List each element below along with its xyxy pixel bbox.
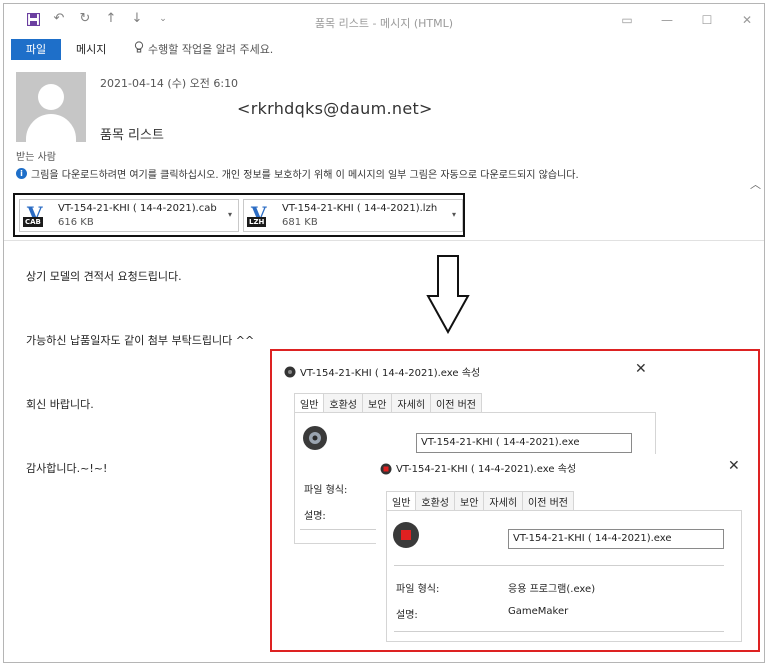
message-window: ↶ ↻ ↑ ↓ ⌄ 품목 리스트 - 메시지 (HTML) ▭ — ☐ ✕ 파일… [3, 3, 765, 663]
properties-dialog-front: VT-154-21-KHI ( 14-4-2021).exe 속성 ✕ 일반 호… [376, 454, 752, 644]
body-line: 회신 바랍니다. [26, 398, 94, 411]
close-icon[interactable]: ✕ [728, 458, 740, 474]
ribbon-display-icon[interactable]: ▭ [620, 13, 634, 27]
tab-general[interactable]: 일반 [386, 491, 417, 511]
tab-previous-versions[interactable]: 이전 버전 [430, 393, 483, 413]
attachment-name: VT-154-21-KHI ( 14-4-2021).cab [58, 203, 217, 214]
body-line: 가능하신 납품일자도 같이 첨부 부탁드립니다 ^^ [26, 334, 255, 347]
sender-avatar [16, 72, 86, 142]
separator [394, 631, 724, 632]
infobar-text: 그림을 다운로드하려면 여기를 클릭하십시오. 개인 정보를 보호하기 위해 이… [31, 170, 579, 181]
archive-file-icon: V LZH [247, 202, 267, 227]
title-bar: ↶ ↻ ↑ ↓ ⌄ 품목 리스트 - 메시지 (HTML) ▭ — ☐ ✕ [4, 4, 764, 36]
app-icon [380, 460, 392, 479]
filename-field[interactable]: VT-154-21-KHI ( 14-4-2021).exe [508, 529, 724, 549]
attachment-dropdown-icon[interactable]: ▾ [228, 210, 232, 219]
description-label: 설명: [396, 610, 418, 621]
window-controls: ▭ — ☐ ✕ [620, 13, 754, 27]
maximize-icon[interactable]: ☐ [700, 13, 714, 27]
body-line: 상기 모델의 견적서 요청드립니다. [26, 270, 182, 283]
description-value: GameMaker [508, 606, 569, 617]
exe-file-icon [302, 425, 328, 455]
file-type-label: 파일 형식: [304, 485, 348, 496]
message-subject: 품목 리스트 [100, 128, 164, 143]
attachment-item[interactable]: V LZH VT-154-21-KHI ( 14-4-2021).lzh 681 … [243, 199, 463, 232]
description-label: 설명: [304, 511, 326, 522]
tab-compatibility[interactable]: 호환성 [415, 491, 456, 511]
tab-security[interactable]: 보안 [362, 393, 393, 413]
tell-me-box[interactable]: 수행할 작업을 알려 주세요. [134, 39, 273, 60]
file-type-label: 파일 형식: [396, 584, 440, 595]
properties-highlight-box: VT-154-21-KHI ( 14-4-2021).exe 속성 ✕ 일반 호… [270, 349, 760, 652]
tab-file[interactable]: 파일 [11, 39, 61, 60]
tab-details[interactable]: 자세히 [391, 393, 432, 413]
header-divider [4, 240, 764, 241]
file-type-value: 응용 프로그램(.exe) [508, 584, 596, 595]
minimize-icon[interactable]: — [660, 13, 674, 27]
lightbulb-icon [134, 39, 144, 60]
tab-previous-versions[interactable]: 이전 버전 [522, 491, 575, 511]
dialog-tabs: 일반 호환성 보안 자세히 이전 버전 [386, 491, 575, 511]
attachment-dropdown-icon[interactable]: ▾ [452, 210, 456, 219]
collapse-header-icon[interactable]: ︿ [750, 176, 761, 192]
tab-compatibility[interactable]: 호환성 [323, 393, 364, 413]
down-arrow-annotation [426, 255, 470, 334]
tell-me-text: 수행할 작업을 알려 주세요. [148, 43, 274, 56]
dialog-tabs: 일반 호환성 보안 자세히 이전 버전 [294, 393, 483, 413]
body-line: 감사합니다.~!~! [26, 462, 108, 475]
tab-details[interactable]: 자세히 [483, 491, 524, 511]
picture-download-infobar[interactable]: i 그림을 다운로드하려면 여기를 클릭하십시오. 개인 정보를 보호하기 위해… [16, 166, 736, 181]
archive-file-icon: V CAB [23, 202, 43, 227]
ribbon-tabs: 파일 메시지 수행할 작업을 알려 주세요. [4, 39, 764, 61]
close-icon[interactable]: ✕ [635, 361, 647, 377]
recipient-label: 받는 사람 [16, 152, 56, 163]
attachment-size: 681 KB [282, 217, 318, 228]
close-icon[interactable]: ✕ [740, 13, 754, 27]
info-icon: i [16, 168, 27, 179]
dialog-title: VT-154-21-KHI ( 14-4-2021).exe 속성 [396, 464, 577, 475]
separator [394, 565, 724, 566]
tab-general[interactable]: 일반 [294, 393, 325, 413]
tab-security[interactable]: 보안 [454, 491, 485, 511]
filename-field[interactable]: VT-154-21-KHI ( 14-4-2021).exe [416, 433, 632, 453]
separator [300, 529, 380, 530]
exe-file-icon [392, 521, 420, 553]
attachment-name: VT-154-21-KHI ( 14-4-2021).lzh [282, 203, 438, 214]
sender-address[interactable]: <rkrhdqks@daum.net> [237, 99, 433, 118]
attachment-highlight-box: V CAB VT-154-21-KHI ( 14-4-2021).cab 616 … [13, 193, 465, 237]
tab-message[interactable]: 메시지 [76, 39, 106, 60]
attachment-size: 616 KB [58, 217, 94, 228]
attachment-item[interactable]: V CAB VT-154-21-KHI ( 14-4-2021).cab 616 … [19, 199, 239, 232]
app-icon [284, 363, 296, 382]
dialog-title: VT-154-21-KHI ( 14-4-2021).exe 속성 [300, 368, 481, 379]
sent-date: 2021-04-14 (수) 오전 6:10 [100, 77, 239, 90]
